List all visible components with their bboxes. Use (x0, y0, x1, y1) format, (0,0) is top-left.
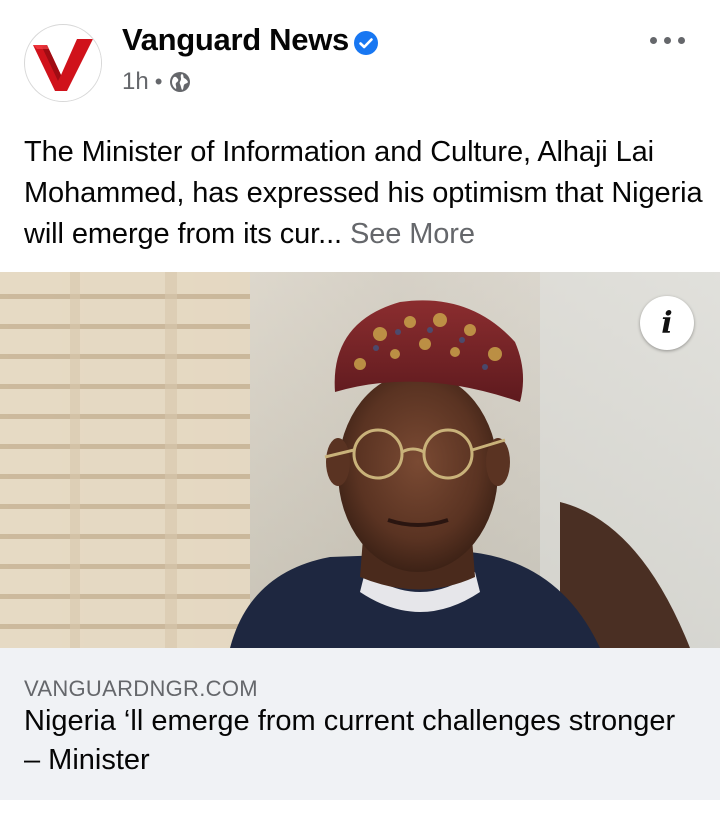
link-title[interactable]: Nigeria ‘ll emerge from current challeng… (24, 702, 684, 780)
meta-separator: • (154, 69, 163, 94)
link-domain: VANGUARDNGR.COM (24, 676, 258, 701)
page-avatar[interactable] (24, 24, 102, 102)
post-header: Vanguard News 1h • (0, 0, 720, 120)
page-name[interactable]: Vanguard News (122, 22, 349, 58)
vanguard-logo-icon (26, 26, 101, 101)
post-caption: The Minister of Information and Culture,… (24, 132, 704, 255)
minister-portrait-image (0, 272, 720, 648)
globe-icon[interactable] (168, 70, 192, 94)
see-more-link[interactable]: See More (350, 218, 475, 250)
verified-badge-icon (354, 31, 378, 55)
more-options-icon[interactable] (648, 30, 688, 50)
link-preview[interactable]: VANGUARDNGR.COM Nigeria ‘ll emerge from … (0, 648, 720, 800)
post-time[interactable]: 1h (122, 68, 149, 96)
post-divider (0, 800, 720, 814)
post-photo[interactable] (0, 272, 720, 648)
info-icon[interactable]: i (640, 296, 694, 350)
post-meta: 1h • (122, 68, 192, 96)
